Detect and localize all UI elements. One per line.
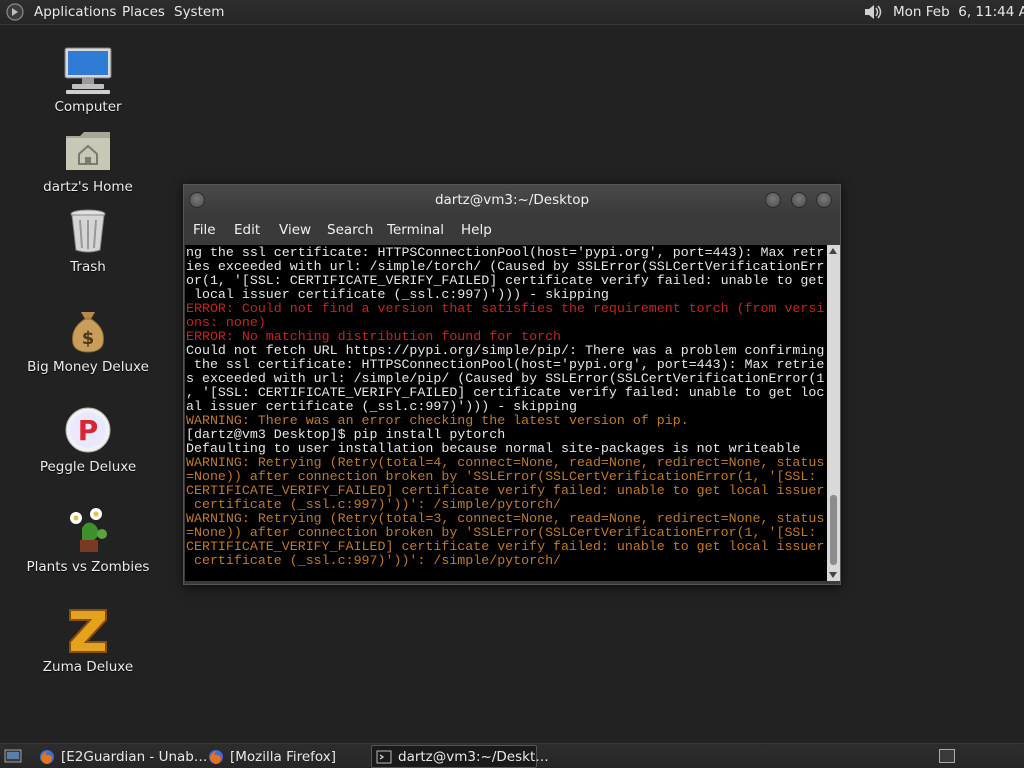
scroll-up-icon[interactable] [829, 248, 837, 254]
home-folder-icon [66, 132, 110, 170]
desktop-icon-zuma-deluxe[interactable]: Zuma Deluxe [23, 604, 153, 675]
firefox-icon [40, 750, 54, 764]
firefox-icon [209, 750, 223, 764]
plants-vs-zombies-icon [70, 508, 107, 552]
svg-text:$: $ [82, 328, 95, 349]
task-label: [E2Guardian - Unab… [61, 749, 208, 765]
task-label: [Mozilla Firefox] [230, 749, 337, 765]
desktop-icon-label: Plants vs Zombies [26, 559, 150, 575]
scroll-down-icon[interactable] [829, 572, 837, 578]
desktop-icon-label: Computer [54, 99, 122, 115]
terminal-line: the ssl certificate: HTTPSConnectionPool… [186, 357, 825, 372]
terminal-title: dartz@vm3:~/Desktop [434, 192, 590, 208]
terminal-line: =None)) after connection broken by 'SSLE… [186, 525, 817, 540]
terminal-output[interactable]: ng the ssl certificate: HTTPSConnectionP… [185, 245, 827, 581]
terminal-line: ies exceeded with url: /simple/torch/ (C… [186, 259, 825, 274]
terminal-line: certificate (_ssl.c:997)'))': /simple/py… [186, 497, 562, 512]
terminal-line: =None)) after connection broken by 'SSLE… [186, 469, 817, 484]
applications-menu[interactable]: Applications [34, 4, 116, 20]
terminal-line: ons: none) [186, 315, 266, 330]
desktop-icon-label: Zuma Deluxe [42, 659, 134, 675]
zuma-icon [69, 609, 107, 653]
menu-terminal[interactable]: Terminal [387, 222, 444, 238]
desktop-icon-label: dartz's Home [43, 179, 133, 195]
terminal-line: or(1, '[SSL: CERTIFICATE_VERIFY_FAILED] … [186, 273, 825, 288]
trash-icon [70, 209, 106, 253]
system-menu[interactable]: System [174, 4, 224, 20]
desktop-icon-label: Trash [70, 259, 106, 275]
task-label: dartz@vm3:~/Deskt… [398, 749, 549, 765]
menu-edit[interactable]: Edit [234, 222, 260, 238]
terminal-titlebar[interactable]: dartz@vm3:~/Desktop [184, 185, 840, 215]
menu-search[interactable]: Search [327, 222, 373, 238]
terminal-menubar: File Edit View Search Terminal Help [184, 215, 840, 245]
terminal-line: WARNING: Retrying (Retry(total=3, connec… [186, 511, 825, 526]
peggle-icon: P [65, 407, 111, 453]
desktop-icon-big-money-deluxe[interactable]: $ Big Money Deluxe [23, 304, 153, 375]
desktop-icon-home[interactable]: dartz's Home [23, 124, 153, 195]
bottom-panel: [E2Guardian - Unab… [Mozilla Firefox] da… [0, 743, 1024, 768]
places-menu[interactable]: Places [122, 4, 165, 20]
workspace-switcher-icon[interactable] [939, 749, 955, 763]
desktop-icon-peggle-deluxe[interactable]: P Peggle Deluxe [23, 404, 153, 475]
terminal-line: ng the ssl certificate: HTTPSConnectionP… [186, 245, 825, 260]
terminal-line: CERTIFICATE_VERIFY_FAILED] certificate v… [186, 483, 825, 498]
computer-icon [64, 47, 112, 94]
terminal-line: certificate (_ssl.c:997)'))': /simple/py… [186, 553, 562, 568]
menu-file[interactable]: File [193, 222, 216, 238]
desktop-icon-label: Big Money Deluxe [27, 359, 149, 375]
terminal-line: ERROR: No matching distribution found fo… [186, 329, 562, 344]
volume-icon[interactable] [863, 2, 885, 22]
distro-logo-icon[interactable] [6, 3, 24, 21]
terminal-line: al issuer certificate (_ssl.c:997)'))) -… [186, 399, 577, 414]
terminal-line: , '[SSL: CERTIFICATE_VERIFY_FAILED] cert… [186, 385, 825, 400]
terminal-line: s exceeded with url: /simple/pip/ (Cause… [186, 371, 825, 386]
clock[interactable]: Mon Feb 6, 11:44 AM [893, 4, 1024, 20]
desktop-icon-plants-vs-zombies[interactable]: Plants vs Zombies [23, 504, 153, 575]
money-bag-icon: $ [72, 312, 104, 353]
minimize-icon[interactable] [765, 192, 781, 208]
desktop-icon-computer[interactable]: Computer [23, 44, 153, 115]
terminal-line: Could not fetch URL https://pypi.org/sim… [186, 343, 825, 358]
terminal-line: WARNING: Retrying (Retry(total=4, connec… [186, 455, 825, 470]
task-button-e2guardian[interactable]: [E2Guardian - Unab… [34, 745, 207, 768]
menu-help[interactable]: Help [461, 222, 492, 238]
task-button-terminal[interactable]: dartz@vm3:~/Deskt… [371, 745, 549, 768]
show-desktop-icon[interactable] [4, 748, 22, 764]
terminal-line: WARNING: There was an error checking the… [186, 413, 689, 428]
terminal-line: CERTIFICATE_VERIFY_FAILED] certificate v… [186, 539, 825, 554]
terminal-icon [376, 750, 392, 764]
terminal-scrollbar[interactable] [827, 245, 840, 581]
scrollbar-thumb[interactable] [830, 495, 837, 565]
terminal-line: local issuer certificate (_ssl.c:997)'))… [186, 287, 609, 302]
task-button-firefox[interactable]: [Mozilla Firefox] [203, 745, 369, 768]
terminal-line: Defaulting to user installation because … [186, 441, 801, 456]
svg-text:P: P [78, 414, 99, 447]
desktop-icon-label: Peggle Deluxe [39, 459, 137, 475]
terminal-line: [dartz@vm3 Desktop]$ pip install pytorch [186, 427, 506, 442]
terminal-line: ERROR: Could not find a version that sat… [186, 301, 825, 316]
close-icon[interactable] [816, 192, 832, 208]
desktop-icon-trash[interactable]: Trash [23, 204, 153, 275]
menu-view[interactable]: View [279, 222, 311, 238]
terminal-window[interactable]: dartz@vm3:~/Desktop File Edit View Searc… [183, 184, 841, 585]
maximize-icon[interactable] [791, 192, 807, 208]
top-panel: Applications Places System Mon Feb 6, 11… [0, 0, 1024, 25]
